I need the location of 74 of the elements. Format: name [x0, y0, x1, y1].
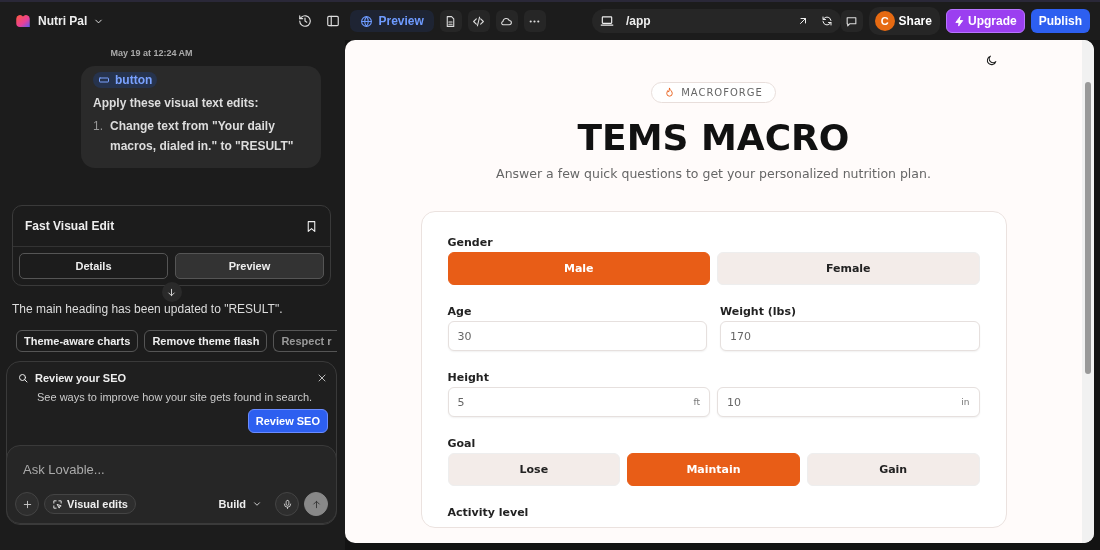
publish-button[interactable]: Publish [1030, 9, 1090, 33]
upgrade-button[interactable]: Upgrade [945, 9, 1025, 33]
reply-text: The main heading has been updated to "RESULT". [12, 302, 284, 316]
microphone-button[interactable] [275, 492, 299, 516]
field-label: Height [447, 371, 490, 384]
chevron-down-icon [252, 499, 262, 509]
cloud-button[interactable] [495, 10, 518, 32]
input-field[interactable]: 5 ft [447, 387, 710, 417]
field-label: Activity level [447, 506, 530, 519]
close-icon[interactable] [316, 372, 328, 384]
unit-label: ft [693, 397, 700, 407]
laptop-icon [599, 14, 614, 28]
bookmark-icon[interactable] [305, 219, 318, 233]
suggestion-chip[interactable]: Remove theme flash [144, 330, 268, 352]
arrow-down-icon [166, 286, 177, 298]
seo-title: Review your SEO [35, 372, 127, 384]
card-button[interactable]: Preview [175, 253, 324, 279]
url-bar[interactable]: /app [591, 9, 841, 33]
sidebar-icon[interactable] [325, 14, 340, 28]
scroll-down-button[interactable] [161, 282, 182, 302]
element-tag: button [93, 72, 158, 88]
history-icon[interactable] [297, 14, 312, 28]
option-button[interactable]: Gain [806, 453, 980, 486]
scrollbar[interactable] [1082, 40, 1094, 543]
field-label: Goal [447, 437, 477, 450]
logo-icon[interactable] [14, 12, 32, 30]
globe-icon [359, 14, 373, 28]
input-field[interactable]: 10 in [717, 387, 980, 417]
flame-icon [664, 87, 676, 98]
avatar: C [874, 11, 895, 31]
refresh-icon[interactable] [820, 15, 833, 27]
page-subtitle: Answer a few quick questions to get your personalized nutrition plan. [496, 166, 931, 181]
list-number: 1. [93, 118, 103, 135]
suggestion-chip[interactable]: Theme-aware charts [16, 330, 139, 352]
suggestion-chip[interactable]: Respect r [273, 330, 337, 352]
project-name[interactable]: Nutri Pal [38, 14, 88, 28]
more-button[interactable] [523, 10, 546, 32]
visual-edits-button[interactable]: Visual edits [44, 494, 136, 514]
button-shape-icon [98, 74, 110, 86]
plus-icon [21, 498, 33, 510]
review-seo-button[interactable]: Review SEO [247, 409, 328, 433]
field-label: Gender [447, 236, 494, 249]
page-heading: TEMS MACRO [577, 117, 850, 158]
search-icon [17, 372, 29, 384]
card-title: Fast Visual Edit [25, 219, 115, 233]
unit-label: in [961, 397, 970, 407]
preview-tab[interactable]: Preview [349, 10, 434, 32]
brand-badge: MACROFORGE [651, 82, 776, 103]
card-button[interactable]: Details [19, 253, 168, 279]
input-field[interactable]: 30 [447, 321, 707, 351]
list-item-text: Change text from "Your daily macros, dialed in." to "RESULT" [110, 118, 295, 155]
moon-icon[interactable] [985, 54, 998, 67]
chat-input[interactable]: Ask Lovable... Visual edits Build [6, 445, 337, 524]
option-button[interactable]: Female [717, 252, 980, 285]
comment-button[interactable] [840, 10, 863, 32]
speech-bubble-icon [845, 14, 859, 28]
add-button[interactable] [15, 492, 39, 516]
code-button[interactable] [467, 10, 490, 32]
share-button[interactable]: C Share [868, 7, 940, 35]
message-text: Apply these visual text edits: [93, 96, 260, 110]
microphone-icon [281, 498, 293, 510]
arrow-up-icon [310, 498, 322, 510]
lightning-icon [953, 15, 965, 27]
timestamp: May 19 at 12:24 AM [109, 48, 194, 58]
mode-dropdown[interactable]: Build [218, 498, 262, 510]
input-field[interactable]: 170 [720, 321, 980, 351]
option-button[interactable]: Lose [447, 453, 621, 486]
send-button[interactable] [304, 492, 328, 516]
file-button[interactable] [439, 10, 462, 32]
cursor-select-icon [52, 498, 63, 510]
code-icon [472, 14, 486, 28]
field-label: Age [447, 305, 473, 318]
seo-text: See ways to improve how your site gets found in search. [37, 391, 314, 403]
field-label: Weight (lbs) [720, 305, 797, 318]
